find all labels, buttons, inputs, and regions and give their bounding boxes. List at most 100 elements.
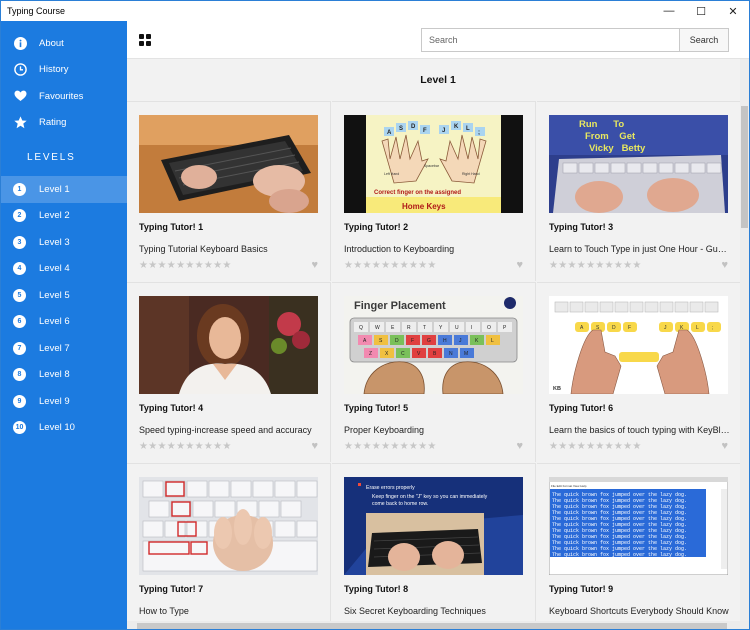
sidebar-item-level-6[interactable]: 6 Level 6 [1,309,127,336]
page-title: Level 1 [420,74,456,86]
svg-text:D: D [612,325,616,331]
key-label: S [399,126,403,132]
video-thumbnail[interactable]: A S D F J K L ; Left Hand Right Hand Spa… [344,115,523,213]
favourite-heart-icon[interactable]: ♥ [311,440,318,452]
sidebar-item-label: Level 2 [39,210,70,222]
star-icon: ★ [427,441,437,452]
video-card[interactable]: Typing Tutor! 4 Speed typing-increase sp… [127,282,331,462]
star-icon: ★ [176,260,186,271]
sidebar-item-level-7[interactable]: 7 Level 7 [1,335,127,362]
hand-label: Right Hand [462,172,480,176]
level-number-badge: 7 [13,341,26,355]
star-icon: ★ [567,260,577,271]
video-card[interactable]: Typing Tutor! 7 How to Type [127,463,331,629]
minimize-button[interactable]: — [653,1,685,21]
sidebar-item-label: Level 8 [39,369,70,381]
sidebar-item-history[interactable]: History [1,57,127,84]
sidebar-item-level-3[interactable]: 3 Level 3 [1,229,127,256]
video-thumbnail[interactable] [139,477,318,575]
video-description: Introduction to Keyboarding [344,244,455,254]
video-card[interactable]: File Edit Format View Help The quick bro… [537,463,741,629]
star-icon: ★ [549,260,558,271]
star-icon: ★ [604,260,614,271]
clock-icon [13,63,27,77]
video-card[interactable]: Typing Tutor! 1 Typing Tutorial Keyboard… [127,101,331,281]
horizontal-scrollbar[interactable] [127,621,749,629]
star-icon: ★ [399,260,409,271]
star-icon: ★ [344,260,353,271]
video-thumbnail[interactable]: File Edit Format View Help The quick bro… [549,477,728,575]
favourite-heart-icon[interactable]: ♥ [721,440,728,452]
video-card[interactable]: Finger Placement Q W E R T Y U I O P A S… [332,282,536,462]
sidebar-item-level-9[interactable]: 9 Level 9 [1,388,127,415]
svg-text:F: F [411,338,414,344]
svg-text:H: H [443,338,447,344]
video-thumbnail[interactable]: Erase errors properly Keep finger on the… [344,477,523,575]
scrollbar-thumb[interactable] [741,106,748,228]
title-bar: Typing Course — ☐ ✕ [1,1,749,21]
star-rating[interactable]: ★ ★ ★ ★ ★ ★ ★ ★ ★ ★ [139,261,330,271]
sidebar-item-level-4[interactable]: 4 Level 4 [1,256,127,283]
level-number-badge: 5 [13,288,26,302]
star-icon: ★ [390,441,400,452]
sidebar-item-level-8[interactable]: 8 Level 8 [1,362,127,389]
grid-view-icon[interactable] [139,33,151,46]
star-icon: ★ [185,260,195,271]
star-icon: ★ [558,260,568,271]
star-rating[interactable]: ★ ★ ★ ★ ★ ★ ★ ★ ★ ★ [139,442,330,452]
sidebar-item-level-1[interactable]: 1 Level 1 [1,176,127,203]
sidebar-item-label: Level 4 [39,263,70,275]
video-card[interactable]: A S D F J K L ; KB Typing Tutor! 6 Learn… [537,282,741,462]
video-card[interactable]: A S D F J K L ; Left Hand Right Hand Spa… [332,101,536,281]
favourite-heart-icon[interactable]: ♥ [516,259,523,271]
favourite-heart-icon[interactable]: ♥ [721,259,728,271]
video-description: Proper Keyboarding [344,425,425,435]
sidebar-item-level-10[interactable]: 10 Level 10 [1,415,127,442]
sidebar-item-favourites[interactable]: Favourites [1,83,127,110]
close-button[interactable]: ✕ [717,1,749,21]
star-icon: ★ [427,260,437,271]
star-icon: ★ [371,260,381,271]
star-icon: ★ [586,260,596,271]
video-thumbnail[interactable] [139,115,318,213]
sidebar-item-about[interactable]: About [1,30,127,57]
video-title: Typing Tutor! 3 [549,222,614,232]
video-thumbnail[interactable] [139,296,318,394]
sidebar-item-label: About [39,37,64,49]
star-icon: ★ [148,260,158,271]
video-thumbnail[interactable]: Run To From Get Vicky Betty [549,115,728,213]
star-icon: ★ [613,260,623,271]
star-rating[interactable]: ★ ★ ★ ★ ★ ★ ★ ★ ★ ★ [549,261,740,271]
star-rating[interactable]: ★ ★ ★ ★ ★ ★ ★ ★ ★ ★ [549,442,740,452]
video-card[interactable]: Erase errors properly Keep finger on the… [332,463,536,629]
search-input[interactable] [421,27,679,52]
star-rating[interactable]: ★ ★ ★ ★ ★ ★ ★ ★ ★ ★ [344,442,535,452]
star-icon: ★ [604,441,614,452]
star-icon: ★ [222,260,232,271]
star-icon: ★ [353,441,363,452]
level-number-badge: 1 [13,182,26,196]
thumb-caption: Home Keys [402,202,446,211]
svg-text:U: U [455,325,459,331]
scrollbar-thumb[interactable] [137,623,727,629]
search-button[interactable]: Search [679,27,729,52]
video-thumbnail[interactable]: Finger Placement Q W E R T Y U I O P A S… [344,296,523,394]
video-title: Typing Tutor! 6 [549,403,614,413]
video-card[interactable]: Run To From Get Vicky Betty Typing Tutor… [537,101,741,281]
star-icon: ★ [381,260,391,271]
video-title: Typing Tutor! 2 [344,222,409,232]
video-thumbnail[interactable]: A S D F J K L ; KB [549,296,728,394]
sidebar-item-level-5[interactable]: 5 Level 5 [1,282,127,309]
key-label: ; [478,130,480,136]
sidebar-item-rating[interactable]: Rating [1,110,127,137]
star-icon [13,116,27,130]
vertical-scrollbar[interactable] [740,59,749,629]
svg-text:M: M [464,351,468,357]
favourite-heart-icon[interactable]: ♥ [311,259,318,271]
sidebar-item-level-2[interactable]: 2 Level 2 [1,203,127,230]
favourite-heart-icon[interactable]: ♥ [516,440,523,452]
star-rating[interactable]: ★ ★ ★ ★ ★ ★ ★ ★ ★ ★ [344,261,535,271]
level-number-badge: 8 [13,368,26,382]
maximize-button[interactable]: ☐ [685,1,717,21]
star-icon: ★ [185,441,195,452]
